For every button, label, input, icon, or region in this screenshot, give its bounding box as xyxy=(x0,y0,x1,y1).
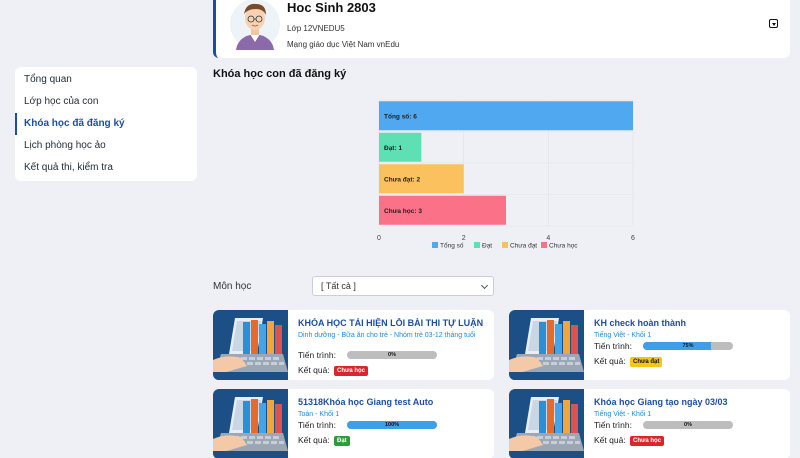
x-tick-label: 6 xyxy=(631,235,635,242)
chart-bar xyxy=(379,101,633,131)
progress-bar: 75% xyxy=(643,342,733,350)
legend-label: Tổng số xyxy=(440,241,464,250)
progress-value: 100% xyxy=(384,422,400,428)
progress-label: Tiến trình: xyxy=(594,341,632,351)
result-label: Kết quả: xyxy=(298,365,330,375)
progress-value: 0% xyxy=(684,422,692,428)
course-status-chart: Tổng số: 6 Đạt: 1 Chưa đạt: 2 Chưa học: 3 0 2… xyxy=(377,99,635,250)
course-subject: Toán - Khối 1 xyxy=(298,411,340,418)
avatar xyxy=(230,0,280,50)
subject-filter-value: [ Tất cả ] xyxy=(321,281,356,291)
bar-label: Chưa học: 3 xyxy=(384,208,422,215)
x-tick-label: 0 xyxy=(377,235,381,242)
course-title[interactable]: KH check hoàn thành xyxy=(594,318,784,328)
result-badge: Đạt xyxy=(334,435,350,446)
course-thumbnail xyxy=(213,310,288,380)
legend-swatch xyxy=(432,242,438,248)
sidebar-item-overview[interactable]: Tổng quan xyxy=(15,69,197,91)
bar-label: Tổng số: 6 xyxy=(384,112,417,120)
course-card[interactable]: KHÓA HỌC TÁI HIỆN LỖI BÀI THI TỰ LUẬN Di… xyxy=(213,310,494,380)
legend-swatch xyxy=(502,242,508,248)
page-title: Khóa học con đã đăng ký xyxy=(213,68,347,80)
legend-label: Chưa học xyxy=(549,243,578,250)
course-subject: Tiếng Việt - Khối 1 xyxy=(594,332,652,339)
course-card[interactable]: 51318Khóa học Giang test Auto Toán - Khố… xyxy=(213,389,494,458)
legend-label: Đạt xyxy=(482,243,492,250)
course-subject: Tiếng Việt - Khối 1 xyxy=(594,411,652,418)
progress-value: 75% xyxy=(682,343,694,349)
course-subject: Dinh dưỡng - Bữa ăn cho trẻ - Nhóm trẻ 0… xyxy=(298,332,476,339)
course-thumbnail xyxy=(509,310,584,380)
profile-card: Hoc Sinh 2803 Lớp 12VNEDU5 Mạng giáo dục… xyxy=(213,0,790,58)
course-card[interactable]: Khóa học Giang tạo ngày 03/03 Tiếng Việt… xyxy=(509,389,790,458)
sidebar-nav: Tổng quan Lớp học của con Khóa học đã đă… xyxy=(15,67,197,181)
progress-label: Tiến trình: xyxy=(594,420,632,430)
sidebar-item-registered-courses[interactable]: Khóa học đã đăng ký xyxy=(15,113,197,135)
result-badge: Chưa học xyxy=(630,435,665,446)
network-name: Mạng giáo dục Việt Nam vnEdu xyxy=(287,40,400,49)
x-tick-label: 2 xyxy=(462,235,466,242)
student-name: Hoc Sinh 2803 xyxy=(287,0,376,15)
sidebar-item-exam-results[interactable]: Kết quả thi, kiểm tra xyxy=(15,157,197,179)
bar-label: Đạt: 1 xyxy=(384,145,402,152)
course-title[interactable]: 51318Khóa học Giang test Auto xyxy=(298,397,488,407)
result-badge: Chưa đạt xyxy=(630,356,663,367)
legend-swatch xyxy=(474,242,480,248)
result-badge: Chưa học xyxy=(334,365,369,376)
subject-filter-label: Môn học xyxy=(213,281,252,292)
chevron-down-icon xyxy=(480,281,489,290)
result-label: Kết quả: xyxy=(594,356,626,366)
course-card[interactable]: KH check hoàn thành Tiếng Việt - Khối 1 … xyxy=(509,310,790,380)
progress-label: Tiến trình: xyxy=(298,420,336,430)
progress-value: 0% xyxy=(388,352,396,358)
result-label: Kết quả: xyxy=(594,435,626,445)
progress-bar: 0% xyxy=(347,351,437,359)
subject-filter-select[interactable]: [ Tất cả ] xyxy=(312,276,494,296)
legend-label: Chưa đạt xyxy=(510,243,537,250)
student-class: Lớp 12VNEDU5 xyxy=(287,24,345,33)
sidebar-item-virtual-class-schedule[interactable]: Lịch phòng học ảo xyxy=(15,135,197,157)
sidebar-item-classes[interactable]: Lớp học của con xyxy=(15,91,197,113)
legend-swatch xyxy=(541,242,547,248)
progress-label: Tiến trình: xyxy=(298,350,336,360)
course-thumbnail xyxy=(213,389,288,458)
course-title[interactable]: Khóa học Giang tạo ngày 03/03 xyxy=(594,397,784,407)
x-tick-label: 4 xyxy=(546,235,550,242)
course-title[interactable]: KHÓA HỌC TÁI HIỆN LỖI BÀI THI TỰ LUẬN xyxy=(298,318,488,328)
bar-label: Chưa đạt: 2 xyxy=(384,176,421,183)
course-thumbnail xyxy=(509,389,584,458)
progress-bar: 0% xyxy=(643,421,733,429)
progress-bar: 100% xyxy=(347,421,437,429)
chevron-down-icon[interactable] xyxy=(769,19,778,28)
result-label: Kết quả: xyxy=(298,435,330,445)
